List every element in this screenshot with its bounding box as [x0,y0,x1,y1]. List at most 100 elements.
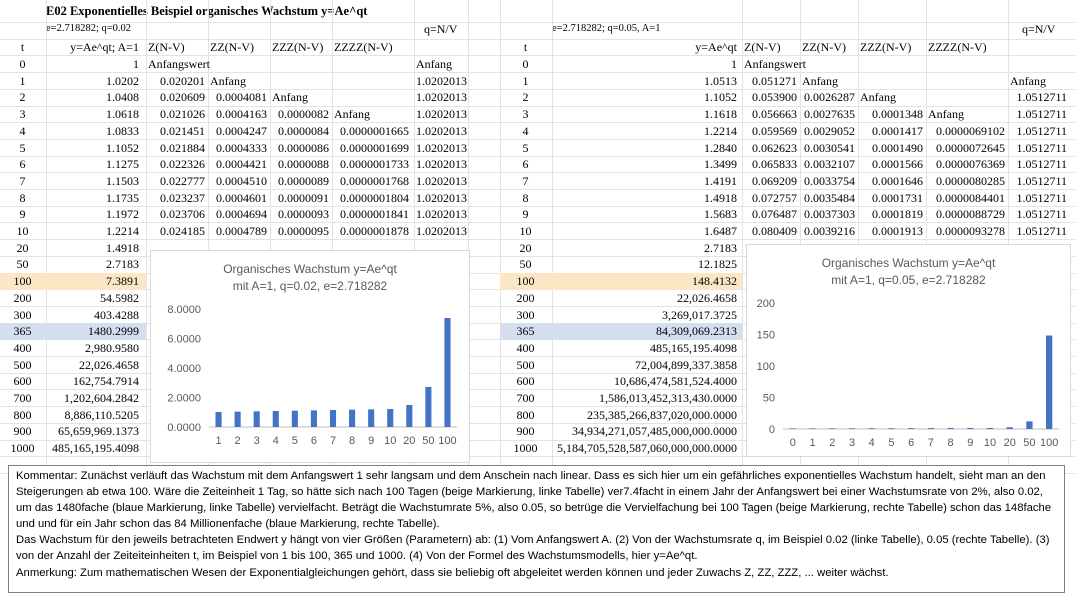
right-cell[interactable]: 0.056663 [744,106,797,123]
right-cell[interactable]: 1.2214 [554,123,737,140]
right-cell[interactable] [802,56,855,73]
right-cell[interactable]: 0.053900 [744,89,797,106]
right-cell[interactable]: 0.051271 [744,73,797,90]
right-cell[interactable]: 5 [502,140,549,157]
right-cell[interactable]: ZZZ(N-V) [860,39,923,56]
right-cell[interactable]: 50 [502,256,549,273]
right-cell[interactable] [1010,56,1067,73]
right-cell[interactable]: 1,586,013,452,313,430.0000 [554,390,737,407]
right-cell[interactable]: 10 [502,223,549,240]
right-cell[interactable]: 600 [502,373,549,390]
right-cell[interactable]: 235,385,266,837,020,000.0000 [554,407,737,424]
right-cell[interactable]: 22,026.4658 [554,290,737,307]
right-cell[interactable]: y=Ae^qt [554,39,737,56]
right-cell[interactable]: 1.0512711 [1010,123,1067,140]
right-cell[interactable]: Anfang [860,89,923,106]
right-cell[interactable]: 900 [502,423,549,440]
right-cell[interactable]: 1.0512711 [1010,206,1067,223]
right-cell[interactable]: 5,184,705,528,587,060,000,000.0000 [554,440,737,457]
right-cell[interactable]: 1.0512711 [1010,106,1067,123]
right-cell[interactable]: 500 [502,357,549,374]
right-cell[interactable]: Anfang [802,73,855,90]
right-cell[interactable]: 0.0000080285 [928,173,1005,190]
right-chart[interactable]: Organisches Wachstum y=Ae^qt mit A=1, q=0… [746,244,1071,457]
right-cell[interactable]: 0.0030541 [802,140,855,157]
right-cell[interactable]: 2.7183 [554,240,737,257]
right-cell[interactable] [928,89,1005,106]
right-cell[interactable]: 8 [502,190,549,207]
right-cell[interactable]: 34,934,271,057,485,000,000.0000 [554,423,737,440]
right-cell[interactable]: 0.059569 [744,123,797,140]
right-cell[interactable]: 72,004,899,337.3858 [554,357,737,374]
right-cell[interactable]: 2 [502,89,549,106]
right-cell[interactable]: 0.0001566 [860,156,923,173]
right-cell[interactable]: 3,269,017.3725 [554,307,737,324]
right-cell[interactable]: 1 [554,56,737,73]
right-cell[interactable]: 0.0001490 [860,140,923,157]
right-cell[interactable]: Anfang [1010,73,1067,90]
right-cell[interactable]: 1.2840 [554,140,737,157]
right-cell[interactable]: 0.0032107 [802,156,855,173]
right-cell[interactable]: 20 [502,240,549,257]
right-cell[interactable]: 10,686,474,581,524.4000 [554,373,737,390]
right-cell[interactable]: 0.0039216 [802,223,855,240]
right-cell[interactable]: 12.1825 [554,256,737,273]
right-cell[interactable]: 1.1052 [554,89,737,106]
right-cell[interactable]: 0.0000093278 [928,223,1005,240]
right-cell[interactable] [860,56,923,73]
right-cell[interactable]: 1.0512711 [1010,223,1067,240]
right-cell[interactable]: 1.0512711 [1010,89,1067,106]
right-cell[interactable]: Anfangswert [744,56,806,73]
right-cell[interactable]: 0.065833 [744,156,797,173]
right-cell[interactable]: 1000 [502,440,549,457]
right-cell[interactable]: 1.0512711 [1010,140,1067,157]
right-cell[interactable]: 400 [502,340,549,357]
right-cell[interactable]: 0.0037303 [802,206,855,223]
right-cell[interactable]: 0.0001819 [860,206,923,223]
right-cell[interactable]: 3 [502,106,549,123]
right-cell[interactable]: 1 [502,73,549,90]
right-cell[interactable]: 0.0035484 [802,190,855,207]
right-cell[interactable]: 6 [502,156,549,173]
right-cell[interactable]: ZZ(N-V) [802,39,855,56]
right-cell[interactable]: 0.0001731 [860,190,923,207]
right-cell[interactable]: 0.0001646 [860,173,923,190]
right-cell[interactable]: 700 [502,390,549,407]
right-cell[interactable]: 300 [502,307,549,324]
right-cell[interactable]: 485,165,195.4098 [554,340,737,357]
right-cell[interactable]: 200 [502,290,549,307]
right-cell[interactable]: t [502,39,549,56]
right-cell[interactable]: Z(N-V) [744,39,797,56]
right-cell[interactable]: 0.0001417 [860,123,923,140]
right-cell[interactable]: 148.4132 [554,273,737,290]
right-cell[interactable]: 1.1618 [554,106,737,123]
right-cell[interactable]: 800 [502,407,549,424]
right-cell[interactable]: 0.0027635 [802,106,855,123]
right-cell[interactable]: 1.0512711 [1010,173,1067,190]
right-cell[interactable] [928,73,1005,90]
right-cell[interactable]: 0.0000076369 [928,156,1005,173]
right-cell[interactable]: 0.072757 [744,190,797,207]
right-cell[interactable] [928,56,1005,73]
right-cell[interactable]: 0.0000084401 [928,190,1005,207]
right-cell[interactable] [860,73,923,90]
right-cell[interactable]: 9 [502,206,549,223]
right-cell[interactable]: 0.0000072645 [928,140,1005,157]
right-cell[interactable]: Anfang [928,106,1005,123]
right-cell[interactable]: 1.4191 [554,173,737,190]
left-chart[interactable]: Organisches Wachstum y=Ae^qt mit A=1, q=0… [150,250,470,463]
right-cell[interactable]: 0.0026287 [802,89,855,106]
right-cell[interactable]: 365 [502,323,549,340]
right-cell[interactable]: 0.062623 [744,140,797,157]
right-cell[interactable]: 1.3499 [554,156,737,173]
right-cell[interactable] [1010,39,1067,56]
right-cell[interactable]: 0.0029052 [802,123,855,140]
right-cell[interactable]: 1.0513 [554,73,737,90]
right-cell[interactable]: 0.0000088729 [928,206,1005,223]
right-cell[interactable]: 1.4918 [554,190,737,207]
right-cell[interactable]: 1.0512711 [1010,156,1067,173]
right-cell[interactable]: ZZZZ(N-V) [928,39,1005,56]
right-cell[interactable]: 4 [502,123,549,140]
right-cell[interactable]: 7 [502,173,549,190]
right-cell[interactable]: 0.0001348 [860,106,923,123]
